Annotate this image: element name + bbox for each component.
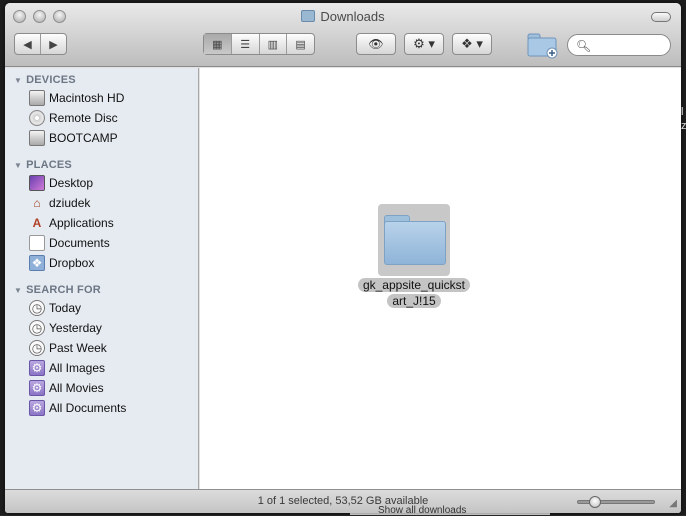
sidebar-item-today[interactable]: ◷ Today [29, 299, 81, 317]
resize-grip-icon[interactable]: ◢ [669, 498, 677, 509]
titlebar: Downloads ◀ ▶ ▦ ☰ ▥ ▤ 👁 ⚙ ▾ ❖ ▾ 🔍︎ [5, 3, 681, 67]
quick-look-button[interactable]: 👁 [356, 33, 396, 55]
folder-item[interactable] [384, 213, 446, 265]
smart-folder-icon: ⚙ [29, 400, 45, 416]
new-folder-icon [527, 33, 558, 59]
applications-icon: A [32, 216, 42, 230]
background-text: l z [681, 106, 686, 132]
sidebar-item-past-week[interactable]: ◷ Past Week [29, 339, 107, 357]
column-view-icon: ▥ [267, 38, 279, 51]
desktop-icon [29, 175, 45, 191]
sidebar-section-places[interactable]: ▼ PLACES [14, 159, 72, 171]
sidebar-item-home[interactable]: ⌂ dziudek [29, 194, 90, 212]
hard-disk-icon [29, 130, 45, 146]
hard-disk-icon [29, 90, 45, 106]
dropbox-icon: ❖ ▾ [461, 36, 483, 51]
sidebar-item-all-images[interactable]: ⚙ All Images [29, 359, 105, 377]
sidebar-item-remote-disc[interactable]: Remote Disc [29, 109, 118, 127]
sidebar-item-all-documents[interactable]: ⚙ All Documents [29, 399, 126, 417]
back-button[interactable]: ◀ [15, 34, 41, 54]
icon-size-slider[interactable] [577, 496, 655, 508]
list-view-icon: ☰ [240, 38, 251, 51]
disc-icon [29, 110, 45, 126]
sidebar-item-bootcamp[interactable]: BOOTCAMP [29, 129, 118, 147]
background-footer-text: Show all downloads [378, 505, 467, 516]
icon-view-icon: ▦ [212, 38, 223, 51]
coverflow-view-icon: ▤ [295, 38, 306, 51]
disclosure-triangle-icon: ▼ [14, 161, 23, 170]
finder-window: Downloads ◀ ▶ ▦ ☰ ▥ ▤ 👁 ⚙ ▾ ❖ ▾ 🔍︎ ▼ DEV… [5, 3, 681, 513]
smart-folder-icon: ⚙ [29, 360, 45, 376]
search-icon: 🔍︎ [576, 39, 592, 53]
folder-icon-body [384, 221, 446, 265]
sidebar-item-macintosh-hd[interactable]: Macintosh HD [29, 89, 124, 107]
action-menu-button[interactable]: ⚙ ▾ [404, 33, 444, 55]
sidebar-section-search-for[interactable]: ▼ SEARCH FOR [14, 284, 101, 296]
home-icon: ⌂ [33, 196, 41, 210]
sidebar-item-dropbox[interactable]: ❖ Dropbox [29, 254, 94, 272]
documents-icon [29, 235, 45, 251]
status-bar: 1 of 1 selected, 53,52 GB available ◢ [5, 489, 681, 513]
sidebar-item-yesterday[interactable]: ◷ Yesterday [29, 319, 102, 337]
disclosure-triangle-icon: ▼ [14, 76, 23, 85]
gear-icon: ⚙ ▾ [413, 36, 435, 51]
search-input[interactable] [590, 37, 666, 53]
window-title: Downloads [5, 9, 681, 24]
icon-view-button[interactable]: ▦ [204, 34, 232, 54]
sidebar-item-documents[interactable]: Documents [29, 234, 110, 252]
clock-icon: ◷ [29, 300, 45, 316]
file-browser-content[interactable]: gk_appsite_quickst art_J!15 [200, 68, 681, 489]
new-folder-button[interactable] [527, 31, 559, 59]
smart-folder-icon: ⚙ [29, 380, 45, 396]
sidebar-item-desktop[interactable]: Desktop [29, 174, 93, 192]
toolbar-toggle-button[interactable] [651, 12, 671, 22]
back-forward-control: ◀ ▶ [14, 33, 67, 55]
forward-button[interactable]: ▶ [41, 34, 66, 54]
dropbox-menu-button[interactable]: ❖ ▾ [452, 33, 492, 55]
dropbox-icon: ❖ [29, 255, 45, 271]
sidebar-item-applications[interactable]: A Applications [29, 214, 114, 232]
clock-icon: ◷ [29, 320, 45, 336]
sidebar: ▼ DEVICES Macintosh HD Remote Disc BOOTCA… [5, 68, 199, 489]
search-field[interactable]: 🔍︎ [567, 34, 671, 56]
eye-icon: 👁 [368, 37, 384, 51]
view-switcher: ▦ ☰ ▥ ▤ [203, 33, 315, 55]
folder-name-label[interactable]: gk_appsite_quickst art_J!15 [348, 277, 480, 309]
list-view-button[interactable]: ☰ [232, 34, 260, 54]
sidebar-section-devices[interactable]: ▼ DEVICES [14, 74, 76, 86]
folder-icon [301, 10, 316, 22]
clock-icon: ◷ [29, 340, 45, 356]
disclosure-triangle-icon: ▼ [14, 286, 23, 295]
column-view-button[interactable]: ▥ [260, 34, 288, 54]
sidebar-item-all-movies[interactable]: ⚙ All Movies [29, 379, 104, 397]
slider-knob[interactable] [589, 496, 601, 508]
coverflow-view-button[interactable]: ▤ [287, 34, 314, 54]
